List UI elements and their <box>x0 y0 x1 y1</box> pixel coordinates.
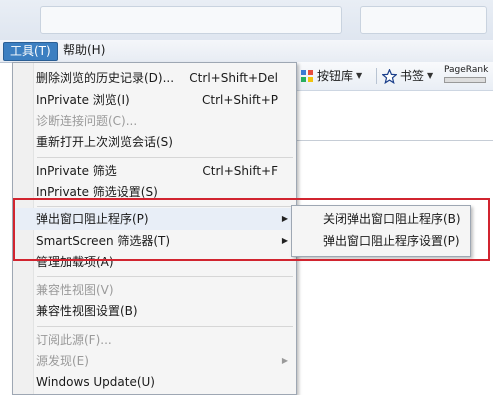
browser-top-strip <box>0 0 493 40</box>
buttons-library-button[interactable]: 按钮库 ▼ <box>300 67 362 85</box>
menu-item-shortcut: Ctrl+Shift+Del <box>189 71 278 85</box>
menu-item-delete-history[interactable]: 删除浏览的历史记录(D)... Ctrl+Shift+Del <box>13 67 296 89</box>
command-bar: 按钮库 ▼ 书签 ▼ PageRank <box>296 62 493 91</box>
menu-item-label: 关闭弹出窗口阻止程序(B) <box>323 212 461 226</box>
menu-help[interactable]: 帮助(H) <box>57 42 111 59</box>
star-icon <box>382 68 397 84</box>
menu-item-shortcut: Ctrl+Shift+P <box>202 93 278 107</box>
puzzle-icon <box>301 70 313 82</box>
menu-item-windows-update[interactable]: Windows Update(U) <box>13 371 296 393</box>
menu-item-label: InPrivate 筛选 <box>36 164 117 178</box>
buttons-library-label: 按钮库 <box>317 69 354 83</box>
menu-item-label: 重新打开上次浏览会话(S) <box>36 135 173 149</box>
menu-separator <box>37 157 293 158</box>
submenu-arrow-icon: ▶ <box>281 356 288 365</box>
menu-item-label: 兼容性视图设置(B) <box>36 304 138 318</box>
menu-separator <box>37 276 293 277</box>
search-box-fragment[interactable] <box>360 6 487 34</box>
menu-item-smartscreen-filter[interactable]: SmartScreen 筛选器(T) ▶ <box>13 230 296 252</box>
menu-item-turn-off-popup-blocker[interactable]: 关闭弹出窗口阻止程序(B) <box>292 208 470 230</box>
menu-item-shortcut: Ctrl+Shift+F <box>202 164 278 178</box>
menu-item-label: 弹出窗口阻止程序设置(P) <box>323 234 460 248</box>
pagerank-bar <box>444 77 486 83</box>
menu-separator <box>37 326 293 327</box>
tools-menu: 删除浏览的历史记录(D)... Ctrl+Shift+Del InPrivate… <box>12 62 297 395</box>
toolbar-separator <box>376 68 377 84</box>
menu-bar: 工具(T) 帮助(H) <box>0 40 493 63</box>
menu-tools[interactable]: 工具(T) <box>3 42 58 61</box>
menu-item-manage-addons[interactable]: 管理加载项(A) <box>13 251 296 273</box>
menu-item-label: Windows Update(U) <box>36 375 155 389</box>
menu-item-inprivate-browsing[interactable]: InPrivate 浏览(I) Ctrl+Shift+P <box>13 89 296 111</box>
menu-item-label: 弹出窗口阻止程序(P) <box>36 212 149 226</box>
menu-item-subscribe-feed[interactable]: 订阅此源(F)... <box>13 329 296 351</box>
menu-item-feed-discovery[interactable]: 源发现(E) ▶ <box>13 350 296 372</box>
menu-item-label: 诊断连接问题(C)... <box>36 114 138 128</box>
menu-item-label: 订阅此源(F)... <box>36 333 112 347</box>
menu-item-label: 兼容性视图(V) <box>36 283 114 297</box>
menu-item-label: 源发现(E) <box>36 354 89 368</box>
address-bar-fragment[interactable] <box>40 6 342 34</box>
chevron-down-icon: ▼ <box>356 71 363 80</box>
menu-separator <box>37 206 293 207</box>
menu-item-label: InPrivate 浏览(I) <box>36 93 130 107</box>
menu-item-reopen-session[interactable]: 重新打开上次浏览会话(S) <box>13 131 296 153</box>
favorites-label: 书签 <box>400 69 425 83</box>
popup-blocker-submenu: 关闭弹出窗口阻止程序(B) 弹出窗口阻止程序设置(P) <box>291 205 471 257</box>
menu-item-inprivate-filtering[interactable]: InPrivate 筛选 Ctrl+Shift+F <box>13 160 296 182</box>
menu-item-popup-blocker[interactable]: 弹出窗口阻止程序(P) ▶ <box>13 208 296 230</box>
menu-item-label: InPrivate 筛选设置(S) <box>36 185 158 199</box>
content-divider <box>296 140 493 141</box>
menu-item-diagnose-connection[interactable]: 诊断连接问题(C)... <box>13 110 296 132</box>
menu-item-inprivate-filter-settings[interactable]: InPrivate 筛选设置(S) <box>13 181 296 203</box>
favorites-button[interactable]: 书签 ▼ <box>382 67 433 85</box>
submenu-arrow-icon: ▶ <box>281 236 288 245</box>
menu-item-label: 删除浏览的历史记录(D)... <box>36 71 175 85</box>
pagerank-label: PageRank <box>444 65 489 75</box>
menu-item-label: SmartScreen 筛选器(T) <box>36 234 171 248</box>
menu-item-label: 管理加载项(A) <box>36 255 114 269</box>
menu-item-popup-blocker-settings[interactable]: 弹出窗口阻止程序设置(P) <box>292 230 470 252</box>
chevron-down-icon: ▼ <box>427 71 434 80</box>
menu-item-compat-view-settings[interactable]: 兼容性视图设置(B) <box>13 300 296 322</box>
menu-item-compat-view[interactable]: 兼容性视图(V) <box>13 279 296 301</box>
pagerank-indicator[interactable]: PageRank <box>444 65 488 83</box>
submenu-arrow-icon: ▶ <box>281 214 288 223</box>
